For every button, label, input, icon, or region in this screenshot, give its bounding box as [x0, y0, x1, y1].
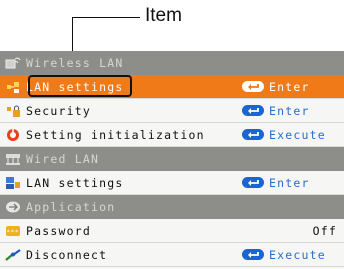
action-label: Enter — [269, 175, 310, 190]
wireless-network-icon — [5, 56, 21, 70]
action-label: Execute — [269, 127, 326, 142]
enter-arrow-icon — [242, 249, 264, 260]
section-label: Wired LAN — [26, 152, 100, 166]
application-icon — [5, 200, 21, 214]
menu-item-disconnect[interactable]: Disconnect Execute — [0, 243, 344, 267]
menu-item-security[interactable]: Security Enter — [0, 99, 344, 123]
menu-item-setting-initialization[interactable]: Setting initialization Execute — [0, 123, 344, 147]
section-wireless-lan: Wireless LAN — [0, 51, 344, 75]
disconnect-icon — [5, 248, 21, 262]
callout-label: Item — [145, 5, 182, 26]
menu-item-wired-lan-settings[interactable]: LAN settings Enter — [0, 171, 344, 195]
enter-arrow-icon — [242, 105, 264, 116]
enter-arrow-icon — [242, 81, 264, 92]
enter-arrow-icon — [242, 177, 264, 188]
callout-highlight-box — [28, 75, 132, 97]
reset-icon — [5, 128, 21, 142]
section-application: Application — [0, 195, 344, 219]
svg-text:***: *** — [7, 229, 20, 236]
action-label: Execute — [269, 247, 326, 262]
enter-arrow-icon — [242, 129, 264, 140]
execute-action[interactable]: Execute — [242, 128, 326, 142]
execute-action[interactable]: Execute — [242, 248, 326, 262]
wired-network-icon — [5, 152, 21, 166]
password-value[interactable]: Off — [313, 224, 337, 238]
section-label: Wireless LAN — [26, 56, 124, 70]
action-label: Enter — [269, 103, 310, 118]
enter-action[interactable]: Enter — [242, 176, 310, 190]
network-settings-icon — [5, 80, 21, 94]
section-wired-lan: Wired LAN — [0, 147, 344, 171]
enter-action[interactable]: Enter — [242, 104, 310, 118]
enter-action[interactable]: Enter — [242, 80, 310, 94]
section-label: Application — [26, 200, 116, 214]
security-lock-icon — [5, 104, 21, 118]
menu-item-password[interactable]: *** Password Off — [0, 219, 344, 243]
network-settings-icon — [5, 176, 21, 190]
action-label: Enter — [269, 79, 310, 94]
password-icon: *** — [5, 224, 21, 238]
menu-item-label: Password — [26, 223, 91, 238]
callout-line-horizontal — [73, 17, 140, 18]
